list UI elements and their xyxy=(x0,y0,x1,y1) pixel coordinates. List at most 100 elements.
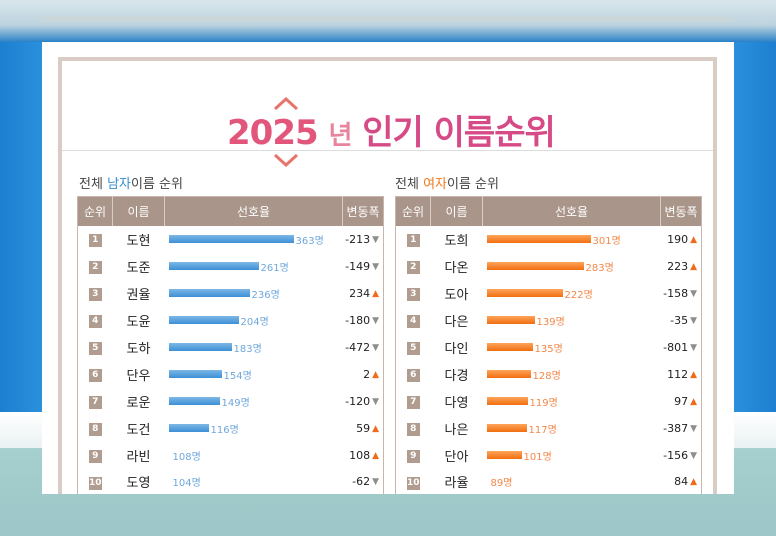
table-row: 10 라율 89명 84 ▲ xyxy=(396,469,702,495)
table-row: 4 도윤 204명 -180 ▼ xyxy=(78,307,384,334)
change-value: -158 xyxy=(663,286,689,300)
change-cell: 223 ▲ xyxy=(661,253,702,280)
rank-badge: 5 xyxy=(88,342,102,355)
preference-cell: 139명 xyxy=(483,307,661,334)
preference-value: 363명 xyxy=(295,235,324,247)
arrow-up-icon: ▲ xyxy=(690,261,697,272)
change-cell: 234 ▲ xyxy=(343,280,384,307)
change-value: -472 xyxy=(345,340,371,354)
table-row: 2 도준 261명 -149 ▼ xyxy=(78,253,384,280)
change-cell: 97 ▲ xyxy=(661,388,702,415)
table-row: 3 도아 222명 -158 ▼ xyxy=(396,280,702,307)
rank-cell: 8 xyxy=(78,415,113,442)
preference-cell: 117명 xyxy=(483,415,661,442)
preference-bar xyxy=(486,451,522,459)
preference-bar xyxy=(486,397,528,405)
chevron-down-icon xyxy=(273,153,299,167)
preference-cell: 301명 xyxy=(483,226,661,253)
name-cell: 도영 xyxy=(126,476,151,492)
preference-cell: 261명 xyxy=(165,253,343,280)
change-cell: -387 ▼ xyxy=(661,415,702,442)
rank-cell: 3 xyxy=(396,280,431,307)
table-row: 5 도하 183명 -472 ▼ xyxy=(78,334,384,361)
rank-cell: 8 xyxy=(396,415,431,442)
background-rail xyxy=(42,16,734,22)
preference-value: 236명 xyxy=(251,289,280,301)
preference-cell: 222명 xyxy=(483,280,661,307)
arrow-up-icon: ▲ xyxy=(690,234,697,245)
female-ranking-table: 순위 이름 선호율 변동폭 1 도희 301명 190 ▲ 2 다온 283명 223 ▲ 3 도아 2… xyxy=(395,196,702,494)
arrow-up-icon: ▲ xyxy=(372,288,379,299)
change-value: -213 xyxy=(345,232,371,246)
preference-cell: 363명 xyxy=(165,226,343,253)
rank-cell: 9 xyxy=(396,442,431,469)
preference-value: 301명 xyxy=(592,235,621,247)
change-value: 108 xyxy=(349,448,371,462)
name-cell: 다은 xyxy=(444,314,469,330)
arrow-up-icon: ▲ xyxy=(690,396,697,407)
arrow-down-icon: ▼ xyxy=(690,450,697,461)
rank-cell: 5 xyxy=(396,334,431,361)
table-row: 8 나은 117명 -387 ▼ xyxy=(396,415,702,442)
arrow-up-icon: ▲ xyxy=(690,369,697,380)
rank-badge: 4 xyxy=(406,315,420,328)
preference-value: 117명 xyxy=(528,424,557,436)
preference-value: 119명 xyxy=(529,397,558,409)
preference-value: 128명 xyxy=(532,370,561,382)
table-row: 2 다온 283명 223 ▲ xyxy=(396,253,702,280)
rank-badge: 3 xyxy=(88,288,102,301)
arrow-up-icon: ▲ xyxy=(372,450,379,461)
rank-cell: 10 xyxy=(78,469,113,495)
rank-badge: 10 xyxy=(406,476,420,490)
rank-badge: 1 xyxy=(406,234,420,247)
header-rank: 순위 xyxy=(395,196,431,226)
preference-bar xyxy=(486,424,527,432)
name-cell: 도희 xyxy=(444,233,469,249)
change-value: -35 xyxy=(670,313,689,327)
table-row: 4 다은 139명 -35 ▼ xyxy=(396,307,702,334)
change-value: 84 xyxy=(674,475,689,489)
name-cell: 단아 xyxy=(444,449,469,465)
ranking-panel: 2025 년 인기 이름순위 전체 남자이름 순위 전체 여자이름 순위 순위 … xyxy=(42,42,734,494)
rank-cell: 3 xyxy=(78,280,113,307)
name-cell: 라빈 xyxy=(126,449,151,465)
rank-badge: 9 xyxy=(406,450,420,463)
rank-cell: 4 xyxy=(78,307,113,334)
preference-value: 89명 xyxy=(490,478,513,490)
arrow-down-icon: ▼ xyxy=(372,477,379,488)
name-cell: 도윤 xyxy=(126,314,151,330)
preference-bar xyxy=(168,397,220,405)
preference-value: 222명 xyxy=(564,289,593,301)
change-value: -387 xyxy=(663,421,689,435)
table-row: 7 다영 119명 97 ▲ xyxy=(396,388,702,415)
change-value: 112 xyxy=(667,367,689,381)
ranking-frame: 2025 년 인기 이름순위 전체 남자이름 순위 전체 여자이름 순위 순위 … xyxy=(58,57,717,494)
male-section-label: 전체 남자이름 순위 xyxy=(79,173,183,192)
preference-value: 154명 xyxy=(223,370,252,382)
rank-badge: 4 xyxy=(88,315,102,328)
change-cell: -149 ▼ xyxy=(343,253,384,280)
name-cell: 다온 xyxy=(444,260,469,276)
title-divider xyxy=(62,150,713,151)
preference-value: 108명 xyxy=(172,451,201,463)
preference-bar xyxy=(168,316,239,324)
rank-cell: 7 xyxy=(396,388,431,415)
change-cell: -158 ▼ xyxy=(661,280,702,307)
rank-cell: 5 xyxy=(78,334,113,361)
arrow-down-icon: ▼ xyxy=(690,342,697,353)
change-cell: 190 ▲ xyxy=(661,226,702,253)
change-cell: -213 ▼ xyxy=(343,226,384,253)
preference-value: 183명 xyxy=(233,343,262,355)
table-row: 7 로운 149명 -120 ▼ xyxy=(78,388,384,415)
rank-badge: 9 xyxy=(88,450,102,463)
change-value: -120 xyxy=(345,394,371,408)
change-cell: -35 ▼ xyxy=(661,307,702,334)
preference-bar xyxy=(486,343,533,351)
change-value: 59 xyxy=(356,421,371,435)
preference-cell: 104명 xyxy=(165,469,343,495)
rank-badge: 7 xyxy=(406,396,420,409)
male-label-highlight: 남자 xyxy=(107,177,131,192)
table-row: 5 다인 135명 -801 ▼ xyxy=(396,334,702,361)
name-cell: 나은 xyxy=(444,422,469,438)
rank-badge: 6 xyxy=(406,369,420,382)
